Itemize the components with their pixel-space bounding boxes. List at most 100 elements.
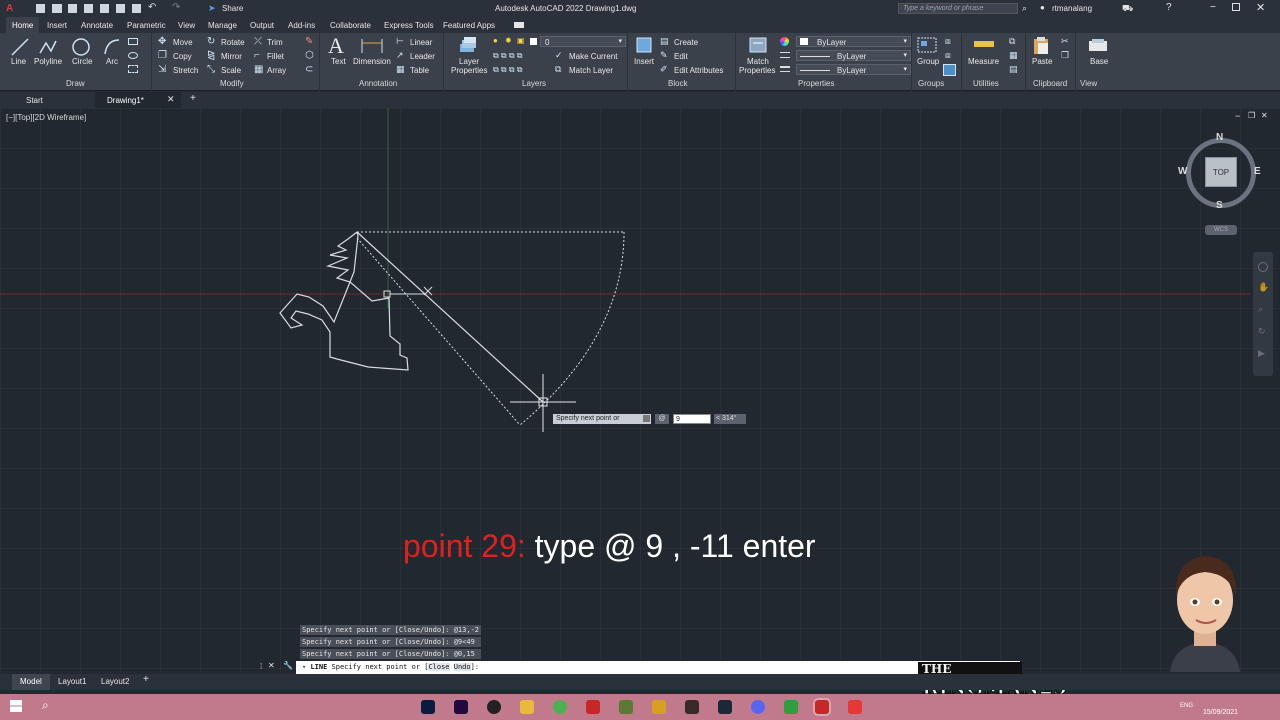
minimize-button[interactable]: − xyxy=(1210,2,1216,13)
match-properties-label-1[interactable]: Match xyxy=(747,57,769,66)
tab-express-tools[interactable]: Express Tools xyxy=(384,21,434,30)
viewcube-east[interactable]: E xyxy=(1254,166,1261,177)
copy-clip-icon[interactable]: ❐ xyxy=(1061,50,1069,61)
polyline-button[interactable]: Polyline xyxy=(34,57,62,66)
explode-icon[interactable]: ⬡ xyxy=(305,50,314,61)
autocad-taskbar-icon[interactable] xyxy=(813,698,831,716)
app-c-red-icon[interactable] xyxy=(848,700,862,714)
group-edit-icon[interactable]: ⧈ xyxy=(945,50,951,61)
app-yellow-icon[interactable] xyxy=(652,700,666,714)
search-icon[interactable]: ⌕ xyxy=(1022,3,1027,14)
command-line[interactable]: ▾ LINE Specify next point or [Close Undo… xyxy=(296,661,1020,674)
lineweight-dropdown[interactable]: ByLayer ▾ xyxy=(796,64,911,75)
wcs-menu[interactable]: WCS xyxy=(1205,225,1237,235)
group-select-icon[interactable] xyxy=(943,64,956,76)
taskbar-language[interactable]: ENG xyxy=(1180,703,1193,709)
insert-button[interactable]: Insert xyxy=(634,57,654,66)
new-tab-icon[interactable]: + xyxy=(190,93,196,104)
edit-button[interactable]: Edit xyxy=(674,52,688,61)
user-icon[interactable]: ● xyxy=(1040,3,1045,12)
match-properties-label-2[interactable]: Properties xyxy=(739,66,775,75)
properties-panel-label[interactable]: Properties xyxy=(798,79,834,88)
obs-icon[interactable] xyxy=(487,700,501,714)
measure-button[interactable]: Measure xyxy=(968,57,999,66)
discord-icon[interactable] xyxy=(751,700,765,714)
model-tab[interactable]: Model xyxy=(12,674,50,690)
match-layer-button[interactable]: Match Layer xyxy=(569,66,613,75)
tab-featured-apps[interactable]: Featured Apps xyxy=(443,21,495,30)
annotation-panel-label[interactable]: Annotation xyxy=(359,79,397,88)
quick-select-icon[interactable]: ⧉ xyxy=(1009,36,1015,47)
dynamic-input-options-icon[interactable] xyxy=(643,415,650,422)
cart-icon[interactable]: ⛟ xyxy=(1122,3,1133,15)
steam-icon[interactable] xyxy=(718,700,732,714)
clipboard-panel-label[interactable]: Clipboard xyxy=(1033,79,1067,88)
cut-icon[interactable]: ✂ xyxy=(1061,36,1069,47)
maximize-button[interactable] xyxy=(1232,3,1240,11)
lineweight-icon[interactable] xyxy=(780,66,790,72)
id-point-icon[interactable]: ▤ xyxy=(1009,64,1018,75)
drawing-canvas[interactable]: [−][Top][2D Wireframe] − ❐ ✕ TOP N S E W… xyxy=(0,108,1280,696)
tab-home[interactable]: Home xyxy=(6,17,40,33)
search-box[interactable]: Type a keyword or phrase xyxy=(898,3,1018,14)
layer-color-swatch[interactable] xyxy=(530,38,537,45)
groups-panel-label[interactable]: Groups xyxy=(918,79,944,88)
share-button[interactable]: Share xyxy=(222,4,243,13)
save-as-icon[interactable] xyxy=(84,4,93,13)
layer-tools-icon[interactable]: ⧉ ⧉ ⧉ ⧉ xyxy=(493,51,523,61)
mirror-button[interactable]: Mirror xyxy=(221,52,242,61)
layer-properties-label-2[interactable]: Properties xyxy=(451,66,487,75)
boundary-icon[interactable] xyxy=(128,65,138,73)
make-current-button[interactable]: Make Current xyxy=(569,52,617,61)
lightbulb-icon[interactable]: ● xyxy=(493,36,498,45)
paste-button[interactable]: Paste xyxy=(1032,57,1052,66)
plot-icon[interactable] xyxy=(132,4,141,13)
command-line-close-icon[interactable]: ✕ xyxy=(268,661,275,670)
tab-insert[interactable]: Insert xyxy=(47,21,67,30)
tab-view[interactable]: View xyxy=(178,21,195,30)
arc-button[interactable]: Arc xyxy=(106,57,118,66)
zoom-icon[interactable]: ⌕ xyxy=(1258,304,1263,315)
dynamic-input-angle[interactable]: < 314° xyxy=(714,414,746,424)
command-line-customize-icon[interactable]: 🔧 xyxy=(283,661,293,670)
calculator-icon[interactable]: ▦ xyxy=(1009,50,1018,61)
arc-icon[interactable] xyxy=(102,37,122,57)
sun-icon[interactable]: ✹ xyxy=(505,36,512,45)
move-button[interactable]: Move xyxy=(173,38,193,47)
autocad-logo-icon[interactable]: A xyxy=(6,3,17,14)
tab-manage[interactable]: Manage xyxy=(208,21,237,30)
trim-button[interactable]: Trim xyxy=(267,38,283,47)
tab-add-ins[interactable]: Add-ins xyxy=(288,21,315,30)
start-tab[interactable]: Start xyxy=(26,96,43,105)
file-explorer-icon[interactable] xyxy=(520,700,534,714)
search-icon[interactable]: ⌕ xyxy=(42,698,49,713)
ribbon-options-icon[interactable] xyxy=(514,22,524,28)
new-icon[interactable] xyxy=(36,4,45,13)
minecraft-icon[interactable] xyxy=(619,700,633,714)
hatch-icon[interactable] xyxy=(128,52,138,59)
copy-button[interactable]: Copy xyxy=(173,52,192,61)
chrome-icon[interactable] xyxy=(553,700,567,714)
offset-icon[interactable]: ⊂ xyxy=(305,64,313,75)
line-button[interactable]: Line xyxy=(11,57,26,66)
showmotion-icon[interactable]: ▶ xyxy=(1258,348,1265,359)
layer-dropdown[interactable]: 0 ▾ xyxy=(540,36,626,47)
navigation-bar[interactable]: ✋ ⌕ ↻ ▶ xyxy=(1253,252,1273,376)
close-button[interactable]: ✕ xyxy=(1256,1,1265,14)
windows-start-icon[interactable] xyxy=(10,700,22,712)
line-icon[interactable] xyxy=(10,37,30,57)
full-navigation-wheel-icon[interactable] xyxy=(1258,262,1268,272)
rectangle-icon[interactable] xyxy=(128,38,138,45)
undo-icon[interactable]: ↶ xyxy=(148,2,156,13)
linetype-icon[interactable] xyxy=(780,52,790,58)
group-button[interactable]: Group xyxy=(917,57,939,66)
pan-icon[interactable]: ✋ xyxy=(1258,282,1269,293)
dimension-button[interactable]: Dimension xyxy=(353,57,391,66)
tab-parametric[interactable]: Parametric xyxy=(127,21,166,30)
app-dark-icon[interactable] xyxy=(685,700,699,714)
help-icon[interactable]: ? xyxy=(1166,2,1172,13)
color-dropdown[interactable]: ByLayer ▾ xyxy=(796,36,911,47)
open-icon[interactable] xyxy=(52,4,62,13)
table-button[interactable]: Table xyxy=(410,66,429,75)
search-input[interactable]: Type a keyword or phrase xyxy=(903,5,983,12)
